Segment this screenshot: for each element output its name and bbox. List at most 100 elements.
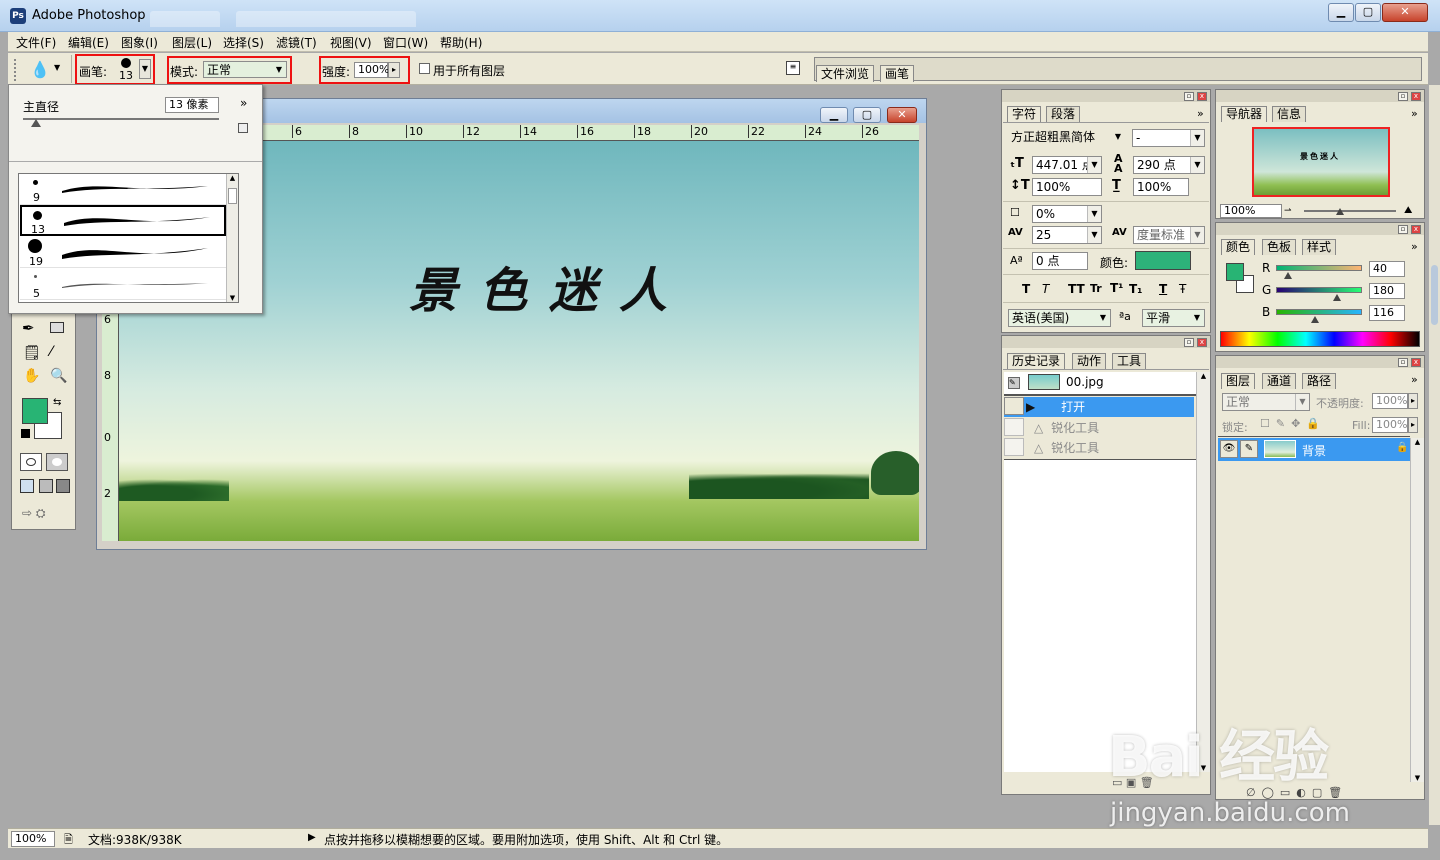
history-item-open[interactable]: ▶ 打开 <box>1004 397 1194 417</box>
jump-to-imageready-icon[interactable]: ⇨ ⛭ <box>22 506 66 522</box>
navigator-preview[interactable]: 景色迷人 <box>1252 127 1390 197</box>
strength-slider-button[interactable]: ▸ <box>388 62 400 78</box>
tool-preset-arrow-icon[interactable]: ▼ <box>54 63 60 72</box>
navigator-zoom-input[interactable]: 100% <box>1220 204 1282 218</box>
brush-link-icon[interactable]: ✎ <box>1240 440 1258 458</box>
faux-bold-button[interactable]: T <box>1022 282 1030 296</box>
swap-colors-icon[interactable]: ⇆ <box>53 397 61 408</box>
close-button[interactable]: ✕ <box>1382 3 1428 22</box>
tab-tools[interactable]: 工具 <box>1112 353 1147 369</box>
menu-layer[interactable]: 图层(L) <box>172 34 212 51</box>
tab-navigator[interactable]: 导航器 <box>1221 106 1268 122</box>
zoom-tool-icon[interactable]: 🔍 <box>50 368 67 384</box>
menu-filter[interactable]: 滤镜(T) <box>276 34 317 51</box>
tab-styles[interactable]: 样式 <box>1302 239 1337 255</box>
minimize-button[interactable]: ▁ <box>1328 3 1354 22</box>
doc-maximize-button[interactable]: ▢ <box>853 107 881 123</box>
font-size-input[interactable]: 447.01 点 ▼ <box>1032 156 1102 174</box>
standard-mode-button[interactable] <box>20 453 42 471</box>
strikethrough-button[interactable]: Ŧ <box>1179 282 1186 296</box>
zoom-slider-thumb[interactable] <box>1336 208 1344 215</box>
panel-minimize-icon[interactable]: ▫ <box>1398 92 1408 101</box>
panel-close-icon[interactable]: x <box>1197 92 1207 101</box>
tab-paragraph[interactable]: 段落 <box>1046 106 1081 122</box>
default-colors-icon[interactable] <box>21 429 30 438</box>
antialias-select[interactable]: 平滑 ▼ <box>1142 309 1205 327</box>
history-item[interactable]: △ 锐化工具 <box>1004 418 1194 438</box>
horizontal-scale-input[interactable]: 100% <box>1133 178 1189 196</box>
all-layers-checkbox[interactable] <box>419 63 430 74</box>
panel-menu-icon[interactable]: » <box>1411 240 1418 253</box>
tab-character[interactable]: 字符 <box>1007 106 1042 122</box>
diameter-slider[interactable] <box>23 118 219 120</box>
status-zoom-input[interactable]: 100% <box>11 831 55 847</box>
panel-menu-icon[interactable]: » <box>1411 107 1418 120</box>
brush-item[interactable]: 9 <box>20 174 226 205</box>
menu-image[interactable]: 图象(I) <box>121 34 158 51</box>
font-family-select[interactable]: 方正超粗黑简体 ▼ <box>1008 129 1125 147</box>
notes-tool-icon[interactable]: 🗒 <box>23 345 41 361</box>
tab-color[interactable]: 颜色 <box>1221 239 1256 255</box>
tracking-input[interactable]: 25 ▼ <box>1032 226 1102 244</box>
text-color-swatch[interactable] <box>1135 251 1191 270</box>
expand-icon[interactable] <box>238 123 248 133</box>
superscript-button[interactable]: T¹ <box>1110 281 1123 295</box>
r-slider[interactable] <box>1276 265 1362 271</box>
leading-input[interactable]: 290 点 ▼ <box>1133 156 1205 174</box>
rectangle-tool-icon[interactable] <box>50 322 64 333</box>
menu-view[interactable]: 视图(V) <box>330 34 372 51</box>
panel-close-icon[interactable]: x <box>1197 338 1207 347</box>
doc-minimize-button[interactable]: ▁ <box>820 107 848 123</box>
faux-italic-button[interactable]: T <box>1042 282 1049 296</box>
panel-close-icon[interactable]: x <box>1411 358 1421 367</box>
zoom-out-icon[interactable]: ⇀ <box>1284 206 1292 216</box>
panel-minimize-icon[interactable]: ▫ <box>1398 358 1408 367</box>
blur-tool-icon[interactable]: 💧 <box>30 60 50 79</box>
g-slider[interactable] <box>1276 287 1362 293</box>
panel-close-icon[interactable]: x <box>1411 92 1421 101</box>
menu-edit[interactable]: 编辑(E) <box>68 34 109 51</box>
r-slider-thumb[interactable] <box>1284 272 1292 279</box>
history-snapshot[interactable]: ✎ 00.jpg <box>1004 372 1196 394</box>
opacity-slider-button[interactable]: ▸ <box>1408 393 1418 409</box>
foreground-color[interactable] <box>22 398 48 424</box>
brush-item-selected[interactable]: 13 <box>20 205 226 236</box>
quick-mask-button[interactable] <box>46 453 68 471</box>
small-caps-button[interactable]: Tr <box>1090 282 1102 295</box>
screen-mode-full[interactable] <box>56 479 70 493</box>
brush-item[interactable]: 19 <box>20 237 226 268</box>
eye-icon[interactable]: 👁 <box>1220 440 1238 458</box>
color-ramp[interactable] <box>1220 331 1420 347</box>
history-item[interactable]: △ 锐化工具 <box>1004 438 1194 458</box>
zoom-in-icon[interactable]: ⛰ <box>1404 205 1412 216</box>
panel-menu-icon[interactable]: » <box>1197 107 1204 120</box>
status-menu-arrow-icon[interactable]: ▶ <box>308 832 316 843</box>
fill-slider-button[interactable]: ▸ <box>1408 417 1418 433</box>
layers-scrollbar[interactable]: ▲ ▼ <box>1410 438 1424 782</box>
popup-menu-icon[interactable]: » <box>240 96 247 110</box>
zoom-slider[interactable] <box>1304 210 1396 212</box>
b-slider[interactable] <box>1276 309 1362 315</box>
brush-picker-button[interactable]: ▼ <box>139 59 151 79</box>
underline-button[interactable]: T <box>1159 282 1167 296</box>
brush-list-scrollbar[interactable]: ▲ ▼ <box>226 174 238 302</box>
opacity-input[interactable]: 100% <box>1372 393 1408 409</box>
screen-mode-menu[interactable] <box>39 479 53 493</box>
well-tab-brushes[interactable]: 画笔 <box>880 65 915 82</box>
tab-swatches[interactable]: 色板 <box>1262 239 1297 255</box>
language-select[interactable]: 英语(美国) ▼ <box>1008 309 1111 327</box>
subscript-button[interactable]: T₁ <box>1129 282 1142 296</box>
pen-tool-icon[interactable]: ✒ <box>22 319 35 337</box>
mode-select[interactable]: 正常 ▼ <box>203 61 287 78</box>
tab-actions[interactable]: 动作 <box>1072 353 1107 369</box>
tsume-input[interactable]: 0% ▼ <box>1032 205 1102 223</box>
tab-info[interactable]: 信息 <box>1272 106 1307 122</box>
palette-menu-icon[interactable]: ≡ <box>786 61 800 75</box>
font-style-select[interactable]: - ▼ <box>1132 129 1205 147</box>
layer-row-background[interactable]: 👁 ✎ 背景 🔒 <box>1218 438 1410 461</box>
brush-item[interactable]: 5 <box>20 269 226 300</box>
tab-paths[interactable]: 路径 <box>1302 373 1337 389</box>
blend-mode-select[interactable]: 正常 ▼ <box>1222 393 1310 411</box>
baseline-shift-input[interactable]: 0 点 <box>1032 252 1088 270</box>
b-slider-thumb[interactable] <box>1311 316 1319 323</box>
